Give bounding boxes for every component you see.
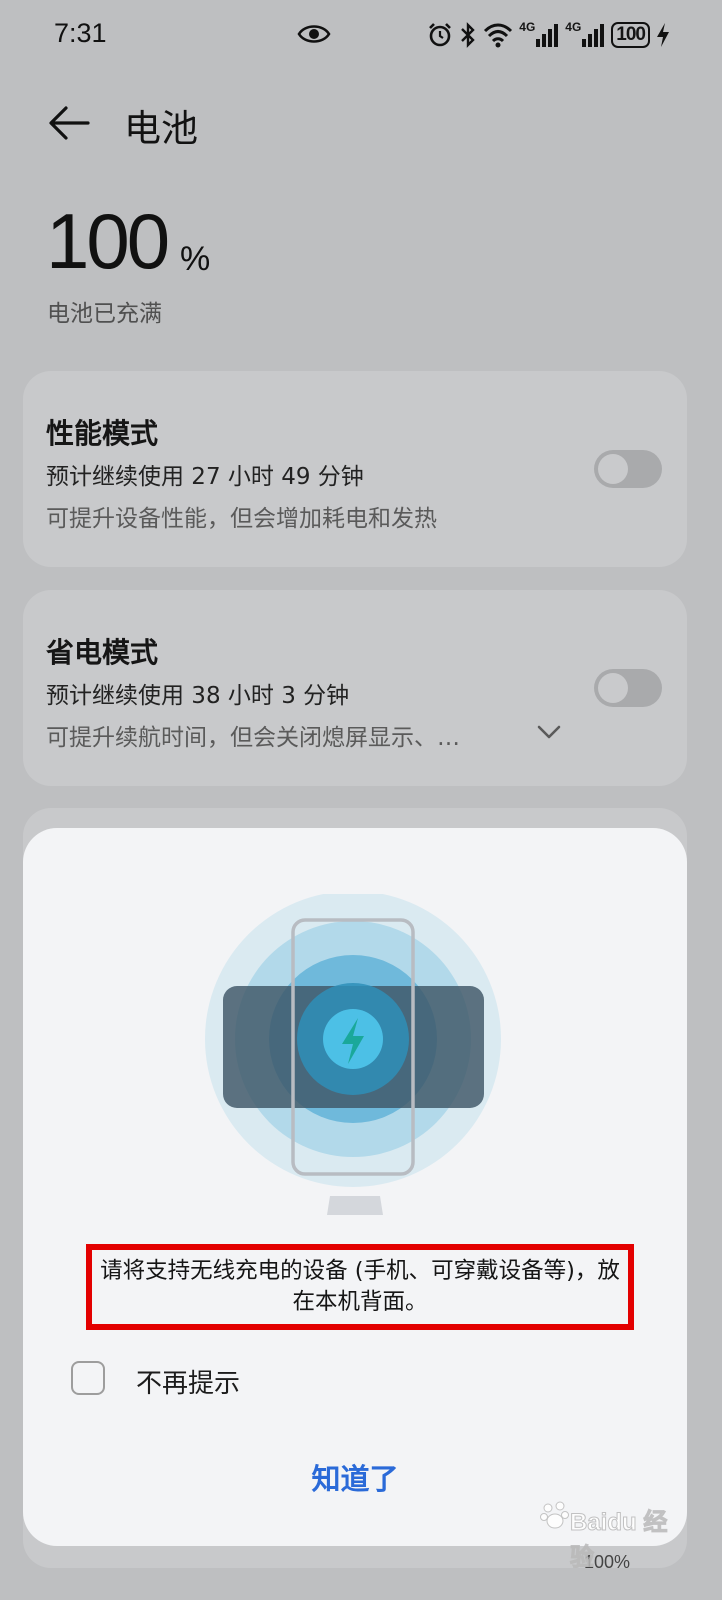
page-title: 电池 [124, 107, 198, 150]
signal-icon-2 [582, 24, 605, 47]
toggle-knob [598, 673, 628, 703]
bluetooth-icon [461, 22, 475, 48]
battery-percent-unit: % [180, 240, 211, 278]
signal-icon [536, 24, 559, 47]
got-it-button[interactable]: 知道了 [275, 1454, 435, 1504]
wireless-charging-dialog: 请将支持无线充电的设备 (手机、可穿戴设备等)，放在本机背面。 不再提示 知道了 [23, 828, 687, 1546]
reverse-wireless-charging-illustration [205, 894, 501, 1215]
hint-highlight-box: 请将支持无线充电的设备 (手机、可穿戴设备等)，放在本机背面。 [86, 1244, 634, 1330]
performance-mode-title: 性能模式 [46, 417, 159, 450]
power-saving-mode-description: 可提升续航时间，但会关闭熄屏显示、… [46, 725, 460, 751]
hint-text: 请将支持无线充电的设备 (手机、可穿戴设备等)，放在本机背面。 [100, 1258, 620, 1315]
charge-status: 电池已充满 [47, 301, 162, 327]
charging-bolt-icon [657, 23, 669, 47]
eye-comfort-icon [297, 25, 331, 43]
toggle-knob [598, 454, 628, 484]
power-saving-mode-toggle[interactable] [594, 669, 662, 707]
network-type-2: 4G [565, 20, 582, 34]
alarm-icon [429, 23, 452, 47]
performance-mode-estimate: 预计继续使用 27 小时 49 分钟 [46, 464, 364, 490]
wifi-icon [484, 23, 513, 48]
power-saving-mode-title: 省电模式 [46, 636, 159, 669]
baidu-jingyan-watermark-logo: Baidu 经验 [540, 1496, 680, 1572]
chevron-down-icon[interactable] [537, 724, 561, 740]
dont-show-again-checkbox[interactable] [71, 1361, 105, 1395]
back-arrow-icon[interactable] [48, 104, 90, 142]
network-type-1: 4G [519, 20, 536, 34]
performance-mode-toggle[interactable] [594, 450, 662, 488]
performance-mode-description: 可提升设备性能，但会增加耗电和发热 [46, 506, 437, 532]
status-bar: 7:31 4G 4G 100 [0, 0, 722, 70]
power-saving-mode-card[interactable]: 省电模式 预计继续使用 38 小时 3 分钟 可提升续航时间，但会关闭熄屏显示、… [23, 590, 687, 786]
battery-percent: 100 [46, 197, 170, 285]
battery-status-icon: 100 [611, 22, 650, 48]
performance-mode-card[interactable]: 性能模式 预计继续使用 27 小时 49 分钟 可提升设备性能，但会增加耗电和发… [23, 371, 687, 567]
paw-icon [540, 1501, 569, 1529]
dont-show-again-label[interactable]: 不再提示 [136, 1363, 240, 1400]
status-time: 7:31 [54, 18, 107, 48]
power-saving-mode-estimate: 预计继续使用 38 小时 3 分钟 [46, 683, 350, 709]
